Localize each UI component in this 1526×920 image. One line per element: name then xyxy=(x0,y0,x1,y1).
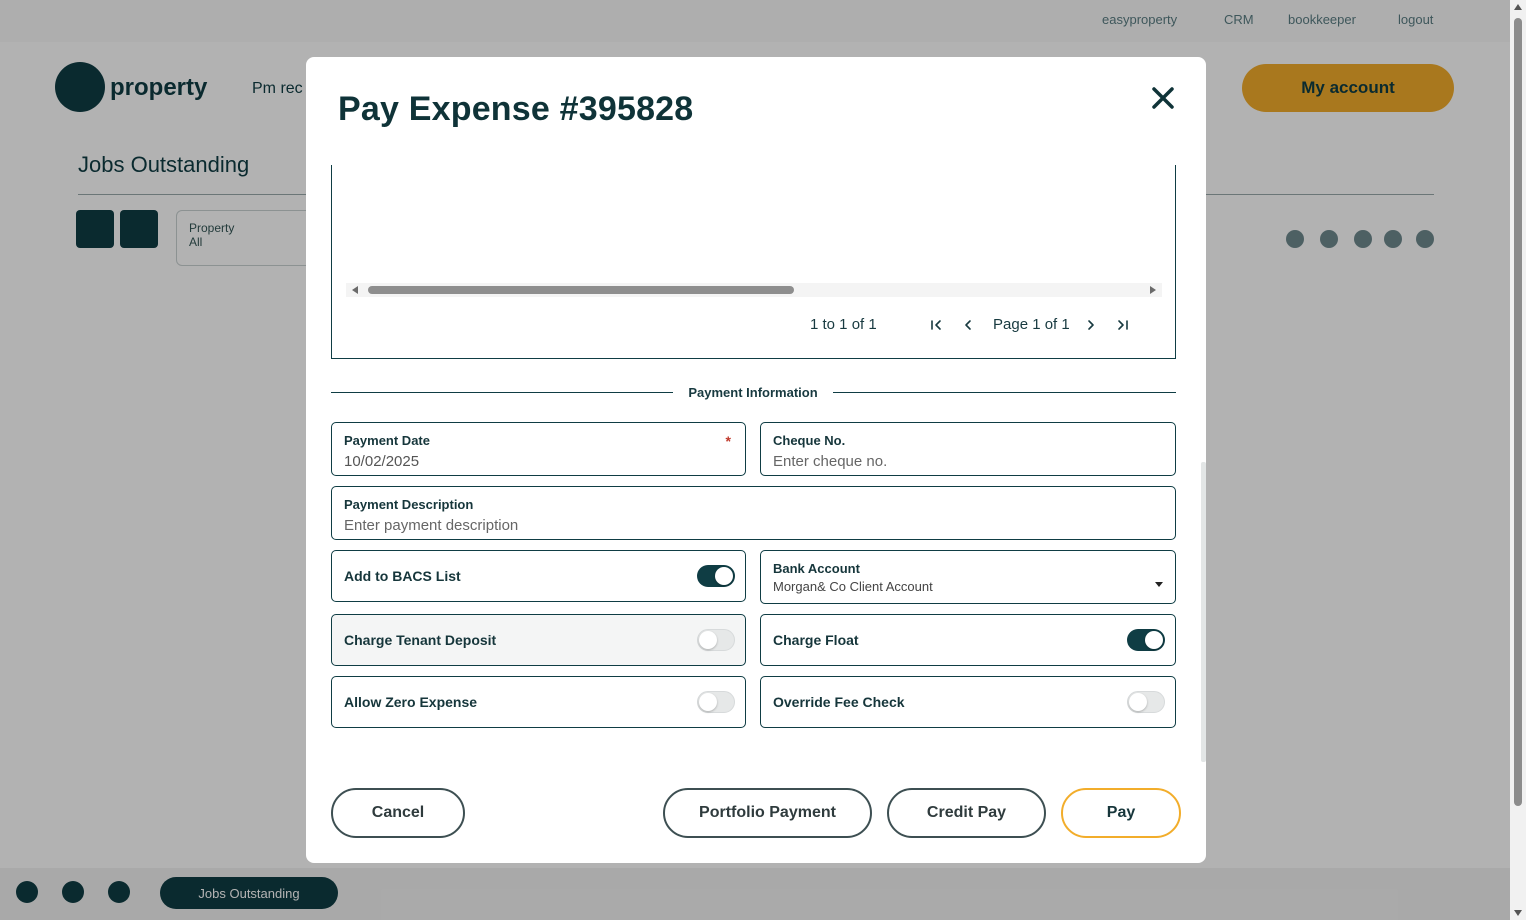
scroll-up-arrow-icon[interactable] xyxy=(1514,4,1522,10)
allow-zero-expense-toggle[interactable] xyxy=(697,691,735,713)
toggle-knob xyxy=(699,631,717,649)
payment-date-label: Payment Date xyxy=(344,433,430,448)
bank-account-label: Bank Account xyxy=(773,561,860,576)
payment-description-input[interactable]: Enter payment description xyxy=(344,517,518,534)
payment-description-label: Payment Description xyxy=(344,497,474,512)
next-page-icon[interactable] xyxy=(1081,315,1101,335)
cheque-no-input[interactable]: Enter cheque no. xyxy=(773,453,887,470)
charge-float-field: Charge Float xyxy=(760,614,1176,666)
pay-expense-dialog: Pay Expense #395828 1 to 1 of 1 Page 1 o… xyxy=(306,57,1206,863)
prev-page-icon[interactable] xyxy=(958,315,978,335)
charge-float-toggle[interactable] xyxy=(1127,629,1165,651)
payment-date-value[interactable]: 10/02/2025 xyxy=(344,453,419,470)
expense-grid: 1 to 1 of 1 Page 1 of 1 xyxy=(331,165,1176,359)
charge-tenant-deposit-field: Charge Tenant Deposit xyxy=(331,614,746,666)
toggle-knob xyxy=(699,693,717,711)
pager-page-label: Page 1 of 1 xyxy=(993,316,1070,333)
allow-zero-expense-field: Allow Zero Expense xyxy=(331,676,746,728)
dialog-title: Pay Expense #395828 xyxy=(338,90,694,128)
override-fee-check-label: Override Fee Check xyxy=(773,694,905,710)
dialog-scrollbar[interactable] xyxy=(1201,462,1206,762)
cheque-no-label: Cheque No. xyxy=(773,433,846,448)
allow-zero-expense-label: Allow Zero Expense xyxy=(344,694,478,710)
grid-horizontal-scrollbar[interactable] xyxy=(346,283,1162,297)
payment-date-field[interactable]: Payment Date * 10/02/2025 xyxy=(331,422,746,476)
add-to-bacs-label: Add to BACS List xyxy=(344,568,461,584)
bank-account-select[interactable]: Bank Account Morgan& Co Client Account xyxy=(760,550,1176,604)
charge-tenant-deposit-toggle[interactable] xyxy=(697,629,735,651)
section-divider-left xyxy=(331,392,673,393)
add-to-bacs-toggle[interactable] xyxy=(697,565,735,587)
charge-tenant-deposit-label: Charge Tenant Deposit xyxy=(344,632,497,648)
section-divider-right xyxy=(833,392,1176,393)
last-page-icon[interactable] xyxy=(1113,315,1133,335)
page-scrollbar-thumb[interactable] xyxy=(1514,18,1522,806)
required-marker: * xyxy=(725,433,731,449)
payment-description-field[interactable]: Payment Description Enter payment descri… xyxy=(331,486,1176,540)
cancel-button[interactable]: Cancel xyxy=(331,788,465,838)
scroll-right-arrow-icon[interactable] xyxy=(1150,286,1156,294)
add-to-bacs-field: Add to BACS List xyxy=(331,550,746,602)
override-fee-check-field: Override Fee Check xyxy=(760,676,1176,728)
toggle-knob xyxy=(1129,693,1147,711)
override-fee-check-toggle[interactable] xyxy=(1127,691,1165,713)
grid-scrollbar-thumb[interactable] xyxy=(368,286,794,294)
credit-pay-button[interactable]: Credit Pay xyxy=(887,788,1046,838)
first-page-icon[interactable] xyxy=(926,315,946,335)
page-scrollbar[interactable] xyxy=(1510,0,1526,920)
scroll-down-arrow-icon[interactable] xyxy=(1514,910,1522,916)
toggle-knob xyxy=(715,567,733,585)
bank-account-value: Morgan& Co Client Account xyxy=(773,579,933,594)
portfolio-payment-button[interactable]: Portfolio Payment xyxy=(663,788,872,838)
charge-float-label: Charge Float xyxy=(773,632,859,648)
scroll-left-arrow-icon[interactable] xyxy=(352,286,358,294)
cheque-no-field[interactable]: Cheque No. Enter cheque no. xyxy=(760,422,1176,476)
close-icon[interactable] xyxy=(1148,83,1178,113)
pay-button[interactable]: Pay xyxy=(1061,788,1181,838)
toggle-knob xyxy=(1145,631,1163,649)
chevron-down-icon[interactable] xyxy=(1155,582,1163,587)
pager-row-summary: 1 to 1 of 1 xyxy=(810,316,877,333)
section-title-payment-information: Payment Information xyxy=(688,385,818,400)
